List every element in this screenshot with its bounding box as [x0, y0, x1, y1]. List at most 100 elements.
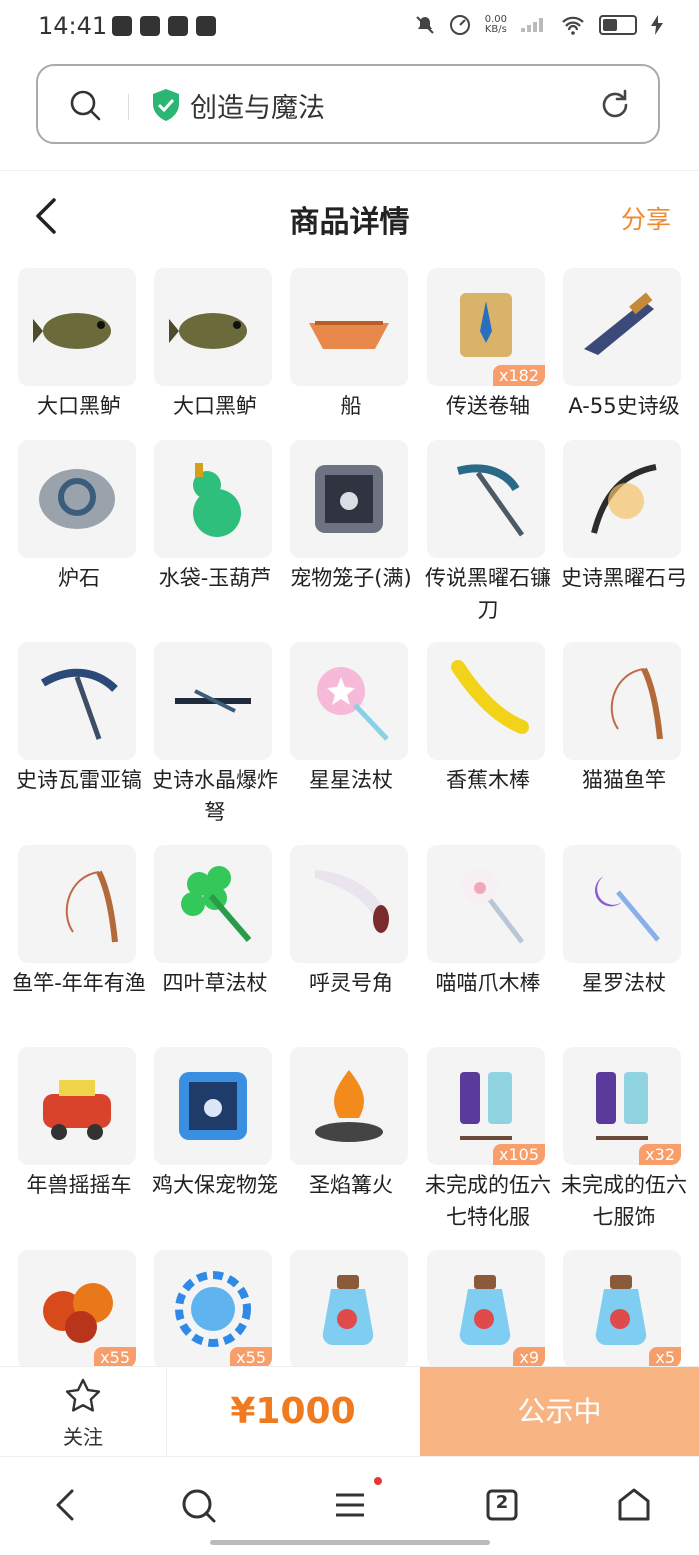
- app-notification-icon: [140, 16, 160, 36]
- quantity-badge: x5: [649, 1347, 681, 1368]
- grid-item[interactable]: 香蕉木棒: [427, 642, 545, 796]
- item-thumbnail: [427, 845, 545, 963]
- star-icon: [65, 1378, 101, 1412]
- item-thumbnail: [154, 1047, 272, 1165]
- horn-icon: [315, 870, 389, 933]
- menu-icon[interactable]: [326, 1481, 374, 1529]
- search-icon[interactable]: [174, 1481, 222, 1529]
- grid-item[interactable]: 星星法杖: [290, 642, 408, 796]
- share-button[interactable]: 分享: [621, 200, 671, 236]
- item-name: 史诗瓦雷亚镐: [16, 768, 142, 792]
- net-speed: 0.00 KB/s: [484, 14, 507, 35]
- grid-item[interactable]: 史诗黑曜石弓: [561, 440, 687, 594]
- price: ¥1000: [230, 1391, 356, 1432]
- item-thumbnail: [154, 845, 272, 963]
- grid-item[interactable]: x182 传送卷轴: [427, 268, 545, 422]
- grid-item[interactable]: 星罗法杖: [563, 845, 681, 999]
- orb-red-icon: [43, 1283, 113, 1343]
- item-name: 宠物笼子(满): [290, 566, 412, 590]
- grid-item[interactable]: 史诗水晶爆炸弩: [152, 642, 278, 828]
- speedometer-icon: [449, 15, 470, 35]
- item-thumbnail: [18, 845, 136, 963]
- item-name: 传送卷轴: [446, 394, 530, 418]
- quantity-badge: x55: [230, 1347, 272, 1368]
- fish-icon: [169, 313, 247, 349]
- notification-dot: [374, 1477, 382, 1485]
- item-name: 鱼竿-年年有渔: [12, 971, 146, 995]
- item-thumbnail: x32: [563, 1047, 681, 1165]
- boat-icon: [309, 321, 389, 349]
- item-thumbnail: [18, 1047, 136, 1165]
- follow-button[interactable]: 关注: [0, 1367, 167, 1457]
- home-icon[interactable]: [610, 1481, 658, 1529]
- grid-item[interactable]: A-55史诗级: [563, 268, 681, 422]
- app-notification-icon: [196, 16, 216, 36]
- notification-icons: [112, 16, 216, 36]
- item-name: 船: [340, 394, 362, 418]
- address-bar[interactable]: 创造与魔法: [36, 64, 660, 144]
- reload-icon[interactable]: [598, 88, 632, 122]
- grid-item[interactable]: 水袋-玉葫芦: [154, 440, 272, 594]
- item-name: 鸡大保宠物笼: [152, 1173, 278, 1197]
- item-thumbnail: [427, 642, 545, 760]
- grid-item[interactable]: 大口黑鲈: [18, 268, 136, 422]
- tabs-button[interactable]: 2: [478, 1481, 526, 1529]
- grid-item[interactable]: x5: [563, 1250, 681, 1368]
- item-name: 未完成的伍六七特化服: [425, 1173, 551, 1229]
- crossbow-icon: [175, 689, 251, 713]
- item-name: 未完成的伍六七服饰: [561, 1173, 687, 1229]
- item-thumbnail: [18, 440, 136, 558]
- grid-item[interactable]: x55: [154, 1250, 272, 1368]
- grid-item[interactable]: 大口黑鲈: [154, 268, 272, 422]
- grid-item[interactable]: x105 未完成的伍六七特化服: [425, 1047, 551, 1233]
- back-icon[interactable]: [42, 1481, 90, 1529]
- grid-item[interactable]: 传说黑曜石镰刀: [425, 440, 551, 626]
- grid-item[interactable]: 船: [290, 268, 408, 422]
- grid-item[interactable]: 年兽摇摇车: [18, 1047, 136, 1201]
- system-icons: 0.00 KB/s: [415, 14, 663, 36]
- item-name: 大口黑鲈: [37, 394, 121, 418]
- grid-item[interactable]: 炉石: [18, 440, 136, 594]
- grid-item[interactable]: 呼灵号角: [290, 845, 408, 999]
- home-indicator[interactable]: [210, 1540, 490, 1545]
- quantity-badge: x105: [492, 1144, 545, 1165]
- wifi-icon: [562, 16, 584, 35]
- fish-icon: [33, 313, 111, 349]
- grid-item[interactable]: 猫猫鱼竿: [563, 642, 681, 796]
- grid-item[interactable]: x32 未完成的伍六七服饰: [561, 1047, 687, 1233]
- item-name: 炉石: [58, 566, 100, 590]
- mute-icon: [416, 16, 434, 34]
- grid-item[interactable]: 史诗瓦雷亚镐: [16, 642, 142, 796]
- star-wand-icon: [317, 667, 389, 741]
- item-name: 史诗水晶爆炸弩: [152, 768, 278, 824]
- grid-item[interactable]: 鱼竿-年年有渔: [12, 845, 146, 999]
- site-title[interactable]: 创造与魔法: [190, 86, 325, 125]
- scythe-icon: [456, 464, 525, 537]
- status-time: 14:41: [38, 12, 108, 40]
- divider: [0, 170, 699, 171]
- grid-item[interactable]: x55: [18, 1250, 136, 1368]
- item-thumbnail: [563, 845, 681, 963]
- item-name: 四叶草法杖: [162, 971, 268, 995]
- item-name: 呼灵号角: [309, 971, 393, 995]
- grid-item[interactable]: 圣焰篝火: [290, 1047, 408, 1201]
- item-name: A-55史诗级: [568, 394, 680, 418]
- grid-item[interactable]: 鸡大保宠物笼: [152, 1047, 278, 1201]
- grid-item[interactable]: 四叶草法杖: [154, 845, 272, 999]
- item-thumbnail: [154, 440, 272, 558]
- item-name: 喵喵爪木棒: [435, 971, 541, 995]
- grid-item[interactable]: [290, 1250, 408, 1368]
- fishing-rod-icon: [610, 667, 663, 740]
- search-icon[interactable]: [68, 88, 102, 122]
- item-thumbnail: [563, 642, 681, 760]
- status-button[interactable]: 公示中: [420, 1367, 699, 1457]
- pet-cage-icon: [315, 465, 383, 533]
- tab-count: 2: [495, 1492, 509, 1513]
- grid-item[interactable]: x9: [427, 1250, 545, 1368]
- potion-icon: [595, 1275, 647, 1346]
- cart-icon: [43, 1080, 111, 1140]
- grid-item[interactable]: 宠物笼子(满): [290, 440, 412, 594]
- item-name: 年兽摇摇车: [26, 1173, 132, 1197]
- gourd-icon: [193, 463, 241, 537]
- grid-item[interactable]: 喵喵爪木棒: [427, 845, 545, 999]
